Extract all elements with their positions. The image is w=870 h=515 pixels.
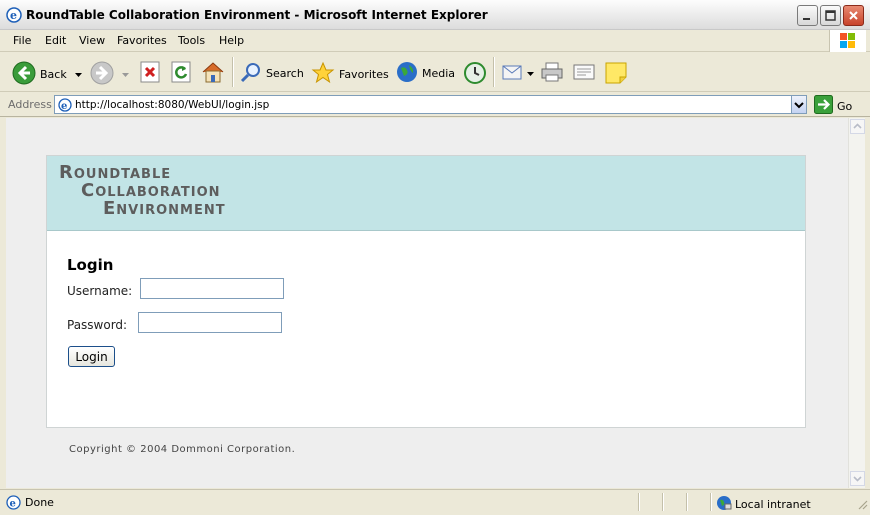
forward-arrow-icon <box>90 61 114 88</box>
internet-explorer-icon: e <box>6 7 22 23</box>
status-divider <box>686 493 688 511</box>
history-clock-icon <box>463 61 487 88</box>
stop-button[interactable] <box>140 61 160 86</box>
vertical-scrollbar[interactable] <box>848 118 865 488</box>
svg-text:e: e <box>61 101 67 112</box>
login-button[interactable]: Login <box>68 346 115 367</box>
status-text: Done <box>25 496 54 509</box>
address-label: Address <box>8 98 52 111</box>
mail-dropdown-icon[interactable] <box>527 67 534 80</box>
page-viewport: Roundtable Collaboration Environment Log… <box>6 118 848 488</box>
media-button[interactable]: Media <box>396 61 455 86</box>
favorites-label: Favorites <box>339 68 389 81</box>
mail-icon <box>501 61 525 86</box>
title-bar: e RoundTable Collaboration Environment -… <box>0 0 870 30</box>
status-bar: e Done Local intranet <box>0 489 870 515</box>
search-button[interactable]: Search <box>240 61 304 86</box>
address-url: http://localhost:8080/WebUI/login.jsp <box>75 99 270 111</box>
home-button[interactable] <box>201 61 225 86</box>
refresh-icon <box>171 61 191 86</box>
edit-page-icon <box>572 61 596 86</box>
history-button[interactable] <box>463 61 487 88</box>
scroll-up-button[interactable] <box>850 119 865 134</box>
menu-bar: File Edit View Favorites Tools Help <box>0 30 870 52</box>
windows-logo-icon <box>829 30 866 52</box>
search-label: Search <box>266 67 304 80</box>
forward-button[interactable] <box>90 61 129 88</box>
menu-favorites[interactable]: Favorites <box>117 34 167 47</box>
go-button[interactable]: Go <box>814 95 852 117</box>
back-dropdown-icon[interactable] <box>74 68 82 81</box>
scroll-down-button[interactable] <box>850 471 865 486</box>
address-dropdown-button[interactable] <box>791 95 807 114</box>
go-arrow-icon <box>814 95 833 117</box>
username-label: Username: <box>67 284 133 298</box>
svg-text:e: e <box>10 9 17 22</box>
maximize-button[interactable] <box>820 5 841 26</box>
login-panel: Roundtable Collaboration Environment Log… <box>46 155 806 428</box>
sticky-note-icon <box>604 61 628 88</box>
logo-line-3: Environment <box>103 198 226 219</box>
mail-button[interactable] <box>501 61 534 86</box>
printer-icon <box>540 61 564 86</box>
chevron-down-icon <box>792 102 806 116</box>
close-button[interactable] <box>843 5 864 26</box>
window-border-right <box>865 118 870 488</box>
zone-label: Local intranet <box>735 498 811 511</box>
toolbar-separator <box>493 57 495 87</box>
resize-grip-icon[interactable] <box>856 498 868 513</box>
toolbar: Back Search Favorites Media <box>0 53 870 92</box>
page-done-icon: e <box>6 495 21 513</box>
address-bar: Address e http://localhost:8080/WebUI/lo… <box>0 93 870 117</box>
menu-edit[interactable]: Edit <box>45 34 66 47</box>
copyright-text: Copyright © 2004 Dommoni Corporation. <box>69 444 296 455</box>
menu-help[interactable]: Help <box>219 34 244 47</box>
window-title: RoundTable Collaboration Environment - M… <box>26 8 488 22</box>
print-button[interactable] <box>540 61 564 86</box>
favorites-star-icon <box>311 61 335 88</box>
go-label: Go <box>837 99 853 113</box>
stop-icon <box>140 61 160 86</box>
refresh-button[interactable] <box>171 61 191 86</box>
toolbar-separator <box>232 57 234 87</box>
svg-text:e: e <box>10 499 16 510</box>
forward-dropdown-icon <box>122 68 129 81</box>
menu-tools[interactable]: Tools <box>178 34 205 47</box>
password-label: Password: <box>67 318 128 332</box>
back-label: Back <box>40 68 67 81</box>
status-divider <box>638 493 640 511</box>
discuss-button[interactable] <box>604 61 628 88</box>
back-button[interactable]: Back <box>12 61 82 88</box>
search-icon <box>240 61 262 86</box>
page-icon: e <box>58 98 72 115</box>
login-heading: Login <box>67 256 114 274</box>
security-zone: Local intranet <box>716 495 811 514</box>
back-arrow-icon <box>12 61 36 88</box>
menu-view[interactable]: View <box>79 34 105 47</box>
minimize-button[interactable] <box>797 5 818 26</box>
media-label: Media <box>422 67 456 80</box>
favorites-button[interactable]: Favorites <box>311 61 389 88</box>
edit-button[interactable] <box>572 61 596 86</box>
header-banner: Roundtable Collaboration Environment <box>47 156 805 231</box>
intranet-globe-icon <box>716 495 732 514</box>
menu-file[interactable]: File <box>13 34 31 47</box>
home-icon <box>201 61 225 86</box>
status-divider <box>662 493 664 511</box>
media-globe-icon <box>396 61 418 86</box>
status-divider <box>710 493 712 511</box>
address-input[interactable]: e http://localhost:8080/WebUI/login.jsp <box>54 95 807 114</box>
password-input[interactable] <box>138 312 282 333</box>
username-input[interactable] <box>140 278 284 299</box>
